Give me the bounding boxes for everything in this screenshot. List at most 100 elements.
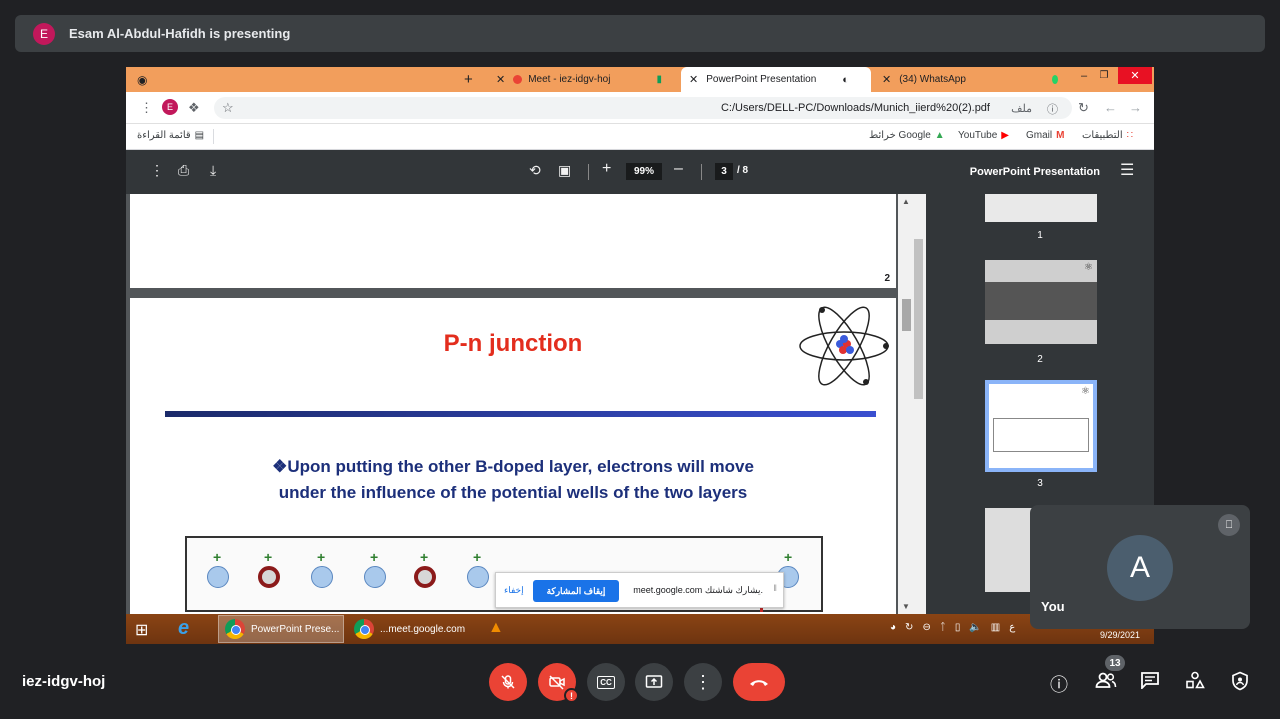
plus-icon: + xyxy=(213,549,222,565)
reload-icon[interactable]: ↻ xyxy=(1078,100,1089,116)
mic-toggle-button[interactable] xyxy=(489,663,527,701)
hide-link[interactable]: إخفاء xyxy=(504,585,524,596)
gmail-icon: M xyxy=(1056,130,1065,141)
url-text: C:/Users/DELL-PC/Downloads/Munich_iierd%… xyxy=(720,102,990,114)
drag-handle-icon[interactable]: ‖ xyxy=(773,583,777,593)
reading-list[interactable]: قائمة القراءة ▤ xyxy=(137,130,204,141)
bookmark-star-icon[interactable]: ☆ xyxy=(222,100,234,116)
bluetooth-icon[interactable]: ᛏ xyxy=(940,622,946,633)
meeting-info-icon[interactable]: ⓘ xyxy=(1050,671,1068,697)
internet-explorer-icon[interactable]: e xyxy=(178,617,189,640)
bookmark-youtube[interactable]: YouTube ▶ xyxy=(958,130,1009,141)
hamburger-icon[interactable]: ☰ xyxy=(1120,160,1134,180)
plus-icon: + xyxy=(784,549,793,565)
camera-toggle-button[interactable]: ! xyxy=(538,663,579,703)
fit-page-icon[interactable]: ▣ xyxy=(558,162,571,179)
camera-off-icon xyxy=(549,675,565,690)
leave-call-button[interactable] xyxy=(733,663,785,701)
battery-icon[interactable]: ▯ xyxy=(955,622,961,633)
self-avatar: A xyxy=(1107,535,1173,601)
hole-circle xyxy=(364,566,386,588)
scroll-thumb[interactable] xyxy=(902,299,911,331)
info-icon[interactable]: ⓘ xyxy=(1047,101,1058,117)
captions-icon: CC xyxy=(597,675,615,689)
new-tab-icon[interactable]: + xyxy=(464,71,473,88)
divider xyxy=(213,129,214,144)
restore-button[interactable]: ❐ xyxy=(1096,67,1112,84)
close-window-button[interactable]: ✕ xyxy=(1118,67,1152,84)
zoom-in-icon[interactable]: + xyxy=(602,160,611,178)
shield-icon[interactable]: ◕ xyxy=(890,622,896,633)
forward-icon[interactable]: ← xyxy=(1104,100,1117,115)
meeting-code: iez-idgv-hoj xyxy=(22,673,106,690)
hole-circle xyxy=(207,566,229,588)
chrome-icon xyxy=(225,619,245,639)
minimize-button[interactable]: – xyxy=(1076,67,1092,84)
tab-search-icon[interactable]: ◉ xyxy=(137,73,147,87)
self-video-tile[interactable]: ⎕ A You xyxy=(1030,505,1250,629)
url-prefix: ملف xyxy=(1011,103,1032,115)
host-controls-icon[interactable] xyxy=(1231,671,1249,696)
zoom-out-icon[interactable]: – xyxy=(674,160,683,178)
captions-button[interactable]: CC xyxy=(587,663,625,701)
stop-sharing-button[interactable]: إيقاف المشاركة xyxy=(533,580,619,602)
network-icon[interactable]: ▥ xyxy=(991,622,1000,633)
extensions-icon[interactable]: ❖ xyxy=(188,100,200,116)
omnibox[interactable]: ☆ C:/Users/DELL-PC/Downloads/Munich_iier… xyxy=(214,97,1072,119)
taskbar-app-powerpoint[interactable]: PowerPoint Prese... xyxy=(218,615,344,643)
scroll-down-icon[interactable]: ▼ xyxy=(902,602,910,611)
more-vert-icon: ⋮ xyxy=(694,671,712,692)
taskbar-app-meet[interactable]: ...meet.google.com xyxy=(348,615,474,643)
electron-circle xyxy=(258,566,280,588)
matlab-icon[interactable]: ▲ xyxy=(488,619,504,637)
bookmark-maps[interactable]: خرائط Google ▲ xyxy=(869,130,945,141)
bookmarks-bar: قائمة القراءة ▤ خرائط Google ▲ YouTube ▶… xyxy=(126,124,1154,150)
thumbnail-page-3[interactable]: ⚛ xyxy=(985,380,1097,472)
presenter-avatar: E xyxy=(33,22,55,45)
activities-icon[interactable] xyxy=(1185,671,1205,694)
pdf-menu-icon[interactable]: ⋮ xyxy=(150,162,164,179)
pdf-document-area[interactable]: 2 P-n junction ❖Upon putting the other B… xyxy=(126,194,926,614)
sync-icon[interactable]: ↻ xyxy=(905,622,913,633)
plus-icon: + xyxy=(370,549,379,565)
people-icon[interactable] xyxy=(1095,671,1117,694)
globe-icon: ◐ xyxy=(842,73,849,86)
tab-powerpoint[interactable]: ✕ PowerPoint Presentation ◐ xyxy=(681,67,871,92)
volume-icon[interactable]: 🔈 xyxy=(969,622,981,633)
mic-off-icon: ⎕ xyxy=(1218,514,1240,536)
vpn-icon[interactable]: ⊖ xyxy=(922,622,930,633)
thumbnail-page-2[interactable]: ⚛ xyxy=(985,260,1097,344)
print-icon[interactable]: ⎙ xyxy=(178,162,189,179)
close-icon[interactable]: ✕ xyxy=(496,73,505,86)
download-icon[interactable]: ⤓ xyxy=(210,162,216,179)
language-icon[interactable]: ع xyxy=(1009,622,1015,633)
tab-whatsapp[interactable]: ✕ (34) WhatsApp xyxy=(874,67,1064,92)
atom-icon: ⚛ xyxy=(1084,262,1093,273)
bookmark-gmail[interactable]: Gmail M xyxy=(1026,130,1064,141)
thumbnail-page-1[interactable] xyxy=(985,194,1097,222)
close-icon[interactable]: ✕ xyxy=(689,73,698,86)
bookmark-apps[interactable]: التطبيقات ∷ xyxy=(1082,130,1133,141)
vertical-scrollbar[interactable]: ▲ ▼ xyxy=(898,194,926,614)
menu-kebab-icon[interactable]: ⋮ xyxy=(140,100,153,116)
thumbnail-number: 2 xyxy=(1037,354,1043,365)
slide-body: ❖Upon putting the other B-doped layer, e… xyxy=(272,457,754,502)
plus-icon: + xyxy=(317,549,326,565)
profile-avatar[interactable]: E xyxy=(162,99,178,115)
scroll-up-icon[interactable]: ▲ xyxy=(902,197,910,206)
back-icon[interactable]: → xyxy=(1129,100,1142,115)
tab-meet[interactable]: ✕ Meet - iez-idgv-hoj ▮ xyxy=(488,67,678,92)
more-options-button[interactable]: ⋮ xyxy=(684,663,722,701)
slide-title: P-n junction xyxy=(443,330,583,357)
rotate-icon[interactable]: ⟲ xyxy=(529,162,541,179)
mic-off-icon xyxy=(501,675,515,689)
divider xyxy=(701,164,702,180)
atom-icon: ⚛ xyxy=(1081,386,1090,397)
close-icon[interactable]: ✕ xyxy=(882,73,891,86)
windows-start-icon[interactable]: ⊞ xyxy=(135,620,148,640)
plus-icon: + xyxy=(473,549,482,565)
page-number-input[interactable]: 3 xyxy=(715,163,733,180)
present-button[interactable] xyxy=(635,663,673,701)
chat-icon[interactable] xyxy=(1140,671,1160,694)
zoom-level[interactable]: 99% xyxy=(626,163,662,180)
